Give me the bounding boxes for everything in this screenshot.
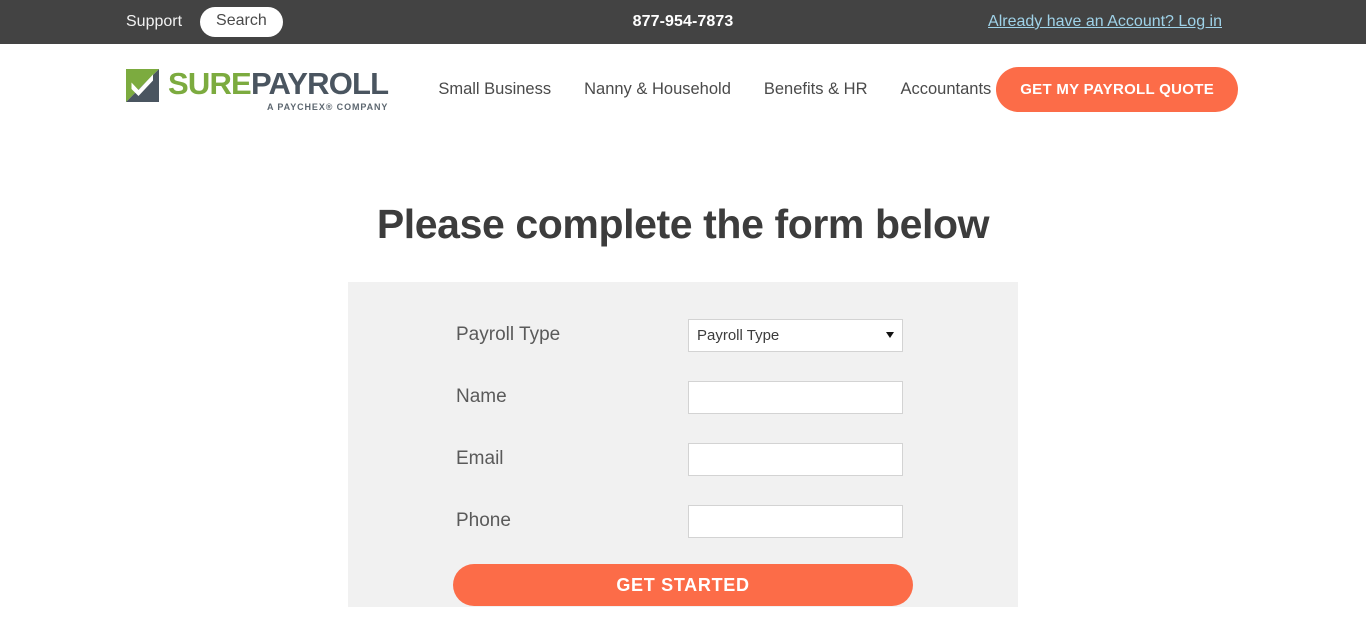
- get-payroll-quote-button[interactable]: GET MY PAYROLL QUOTE: [996, 67, 1238, 112]
- lead-capture-form: Payroll Type Payroll Type Name Email Pho…: [348, 282, 1018, 607]
- logo-tagline: A PAYCHEX® COMPANY: [266, 102, 389, 112]
- payroll-type-label: Payroll Type: [456, 324, 561, 345]
- logo-word-payroll: PAYROLL: [250, 66, 389, 101]
- phone-label: Phone: [456, 510, 511, 531]
- nav-item-nanny-household[interactable]: Nanny & Household: [584, 80, 731, 99]
- topbar-left-group: Support Search: [0, 7, 283, 37]
- top-utility-bar: Support Search 877-954-7873 Already have…: [0, 0, 1366, 44]
- phone-input[interactable]: [688, 504, 903, 538]
- form-row-payroll-type: Payroll Type Payroll Type: [348, 304, 1018, 366]
- form-row-phone: Phone: [348, 490, 1018, 552]
- nav-item-accountants[interactable]: Accountants: [901, 80, 992, 99]
- name-input[interactable]: [688, 380, 903, 414]
- login-link[interactable]: Already have an Account? Log in: [988, 13, 1222, 30]
- name-label: Name: [456, 386, 507, 407]
- form-submit-row: GET STARTED: [348, 552, 1018, 606]
- page-title: Please complete the form below: [376, 201, 990, 247]
- payroll-type-select[interactable]: Payroll Type: [688, 318, 903, 352]
- logo-wordmark: SUREPAYROLL: [168, 66, 389, 101]
- topbar-right-group: Already have an Account? Log in: [988, 13, 1366, 31]
- get-started-button[interactable]: GET STARTED: [453, 564, 913, 606]
- site-header: SUREPAYROLL A PAYCHEX® COMPANY Small Bus…: [0, 44, 1366, 135]
- search-button[interactable]: Search: [200, 7, 283, 37]
- phone-number-link[interactable]: 877-954-7873: [633, 13, 734, 30]
- surepayroll-logo-icon: [126, 69, 159, 102]
- site-logo[interactable]: SUREPAYROLL A PAYCHEX® COMPANY: [126, 66, 389, 112]
- logo-word-sure: SURE: [168, 66, 252, 101]
- main-navigation: Small Business Nanny & Household Benefit…: [438, 80, 991, 99]
- logo-text-group: SUREPAYROLL A PAYCHEX® COMPANY: [168, 66, 389, 112]
- payroll-type-select-wrapper: Payroll Type: [688, 318, 903, 352]
- form-row-email: Email: [348, 428, 1018, 490]
- email-label: Email: [456, 448, 504, 469]
- form-row-name: Name: [348, 366, 1018, 428]
- nav-item-benefits-hr[interactable]: Benefits & HR: [764, 80, 868, 99]
- nav-item-small-business[interactable]: Small Business: [438, 80, 551, 99]
- email-input[interactable]: [688, 442, 903, 476]
- page-content: Please complete the form below Payroll T…: [0, 135, 1366, 607]
- support-link[interactable]: Support: [126, 14, 182, 30]
